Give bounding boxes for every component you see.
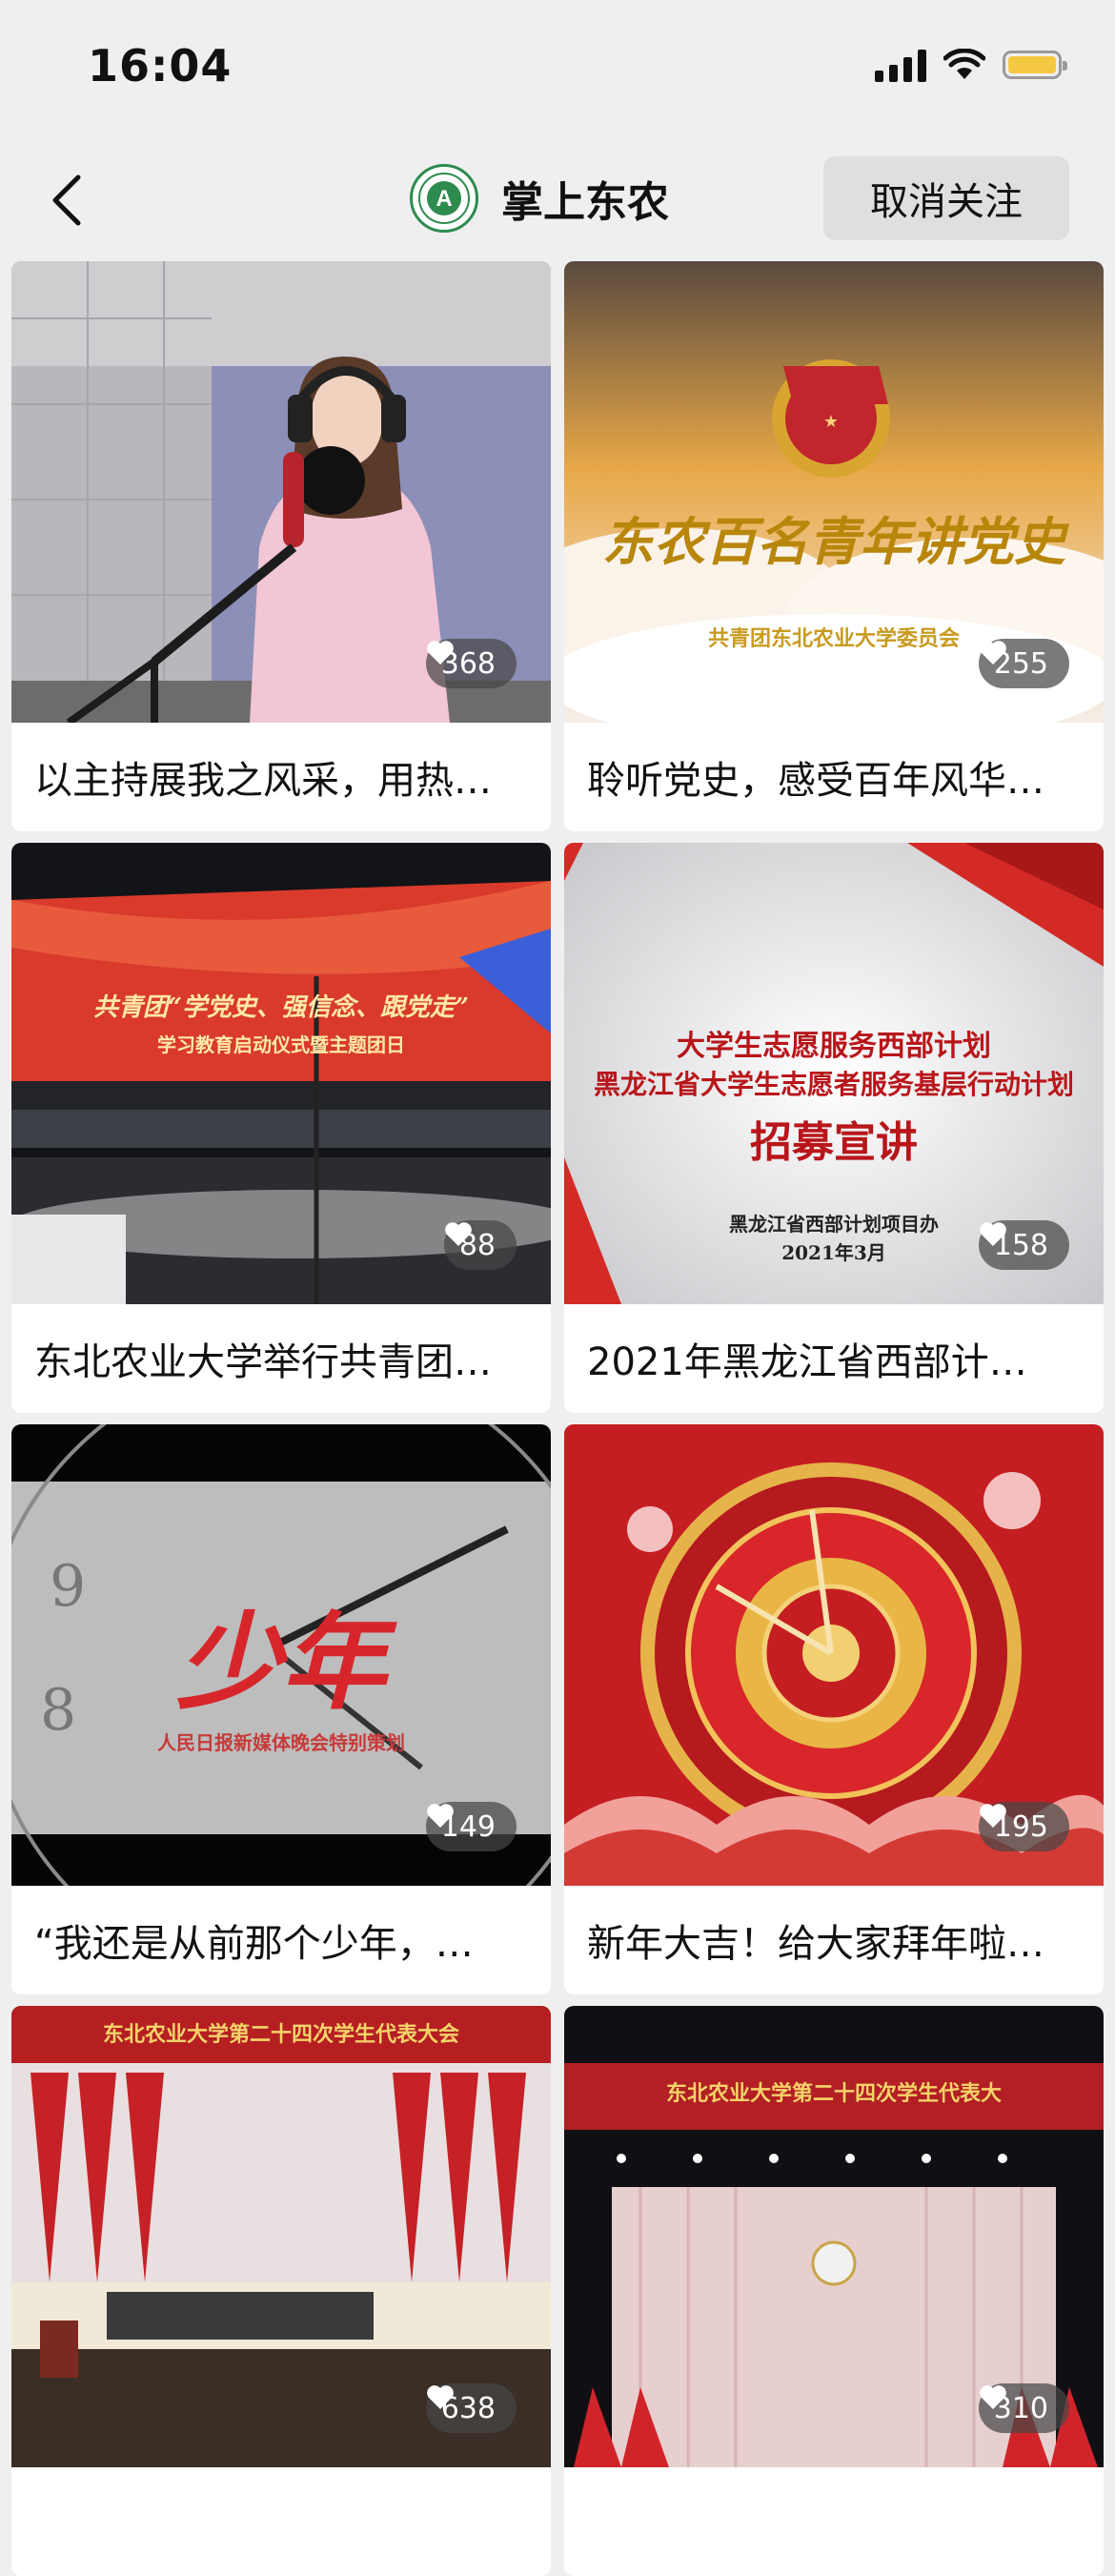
video-title: 新年大吉！给大家拜年啦…	[587, 1922, 1044, 1966]
video-card[interactable]: 368 以主持展我之风采，用热…	[11, 261, 551, 831]
video-title: “我还是从前那个少年，…	[34, 1922, 474, 1966]
thumbnail-line-3: 招募宣讲	[750, 1118, 918, 1167]
nav-bar: A 掌上东农 取消关注	[0, 143, 1115, 257]
video-card[interactable]: 大学生志愿服务西部计划 黑龙江省大学生志愿者服务基层行动计划 招募宣讲 黑龙江省…	[564, 843, 1104, 1413]
video-thumbnail: 9 8 少年 人民日报新媒体晚会特别策划 149	[11, 1424, 551, 1886]
thumbnail-banner-text: 东北农业大学第二十四次学生代表大会	[102, 2022, 459, 2047]
unfollow-button[interactable]: 取消关注	[823, 156, 1069, 240]
video-card[interactable]: 共青团“学党史、强信念、跟党走” 学习教育启动仪式暨主题团日 88 东北农业大学…	[11, 843, 551, 1413]
status-icons	[875, 48, 1067, 82]
thumbnail-subtitle-text: 人民日报新媒体晚会特别策划	[157, 1731, 405, 1754]
cellular-signal-icon	[875, 48, 926, 82]
heart-icon	[426, 2385, 454, 2409]
video-title	[11, 2467, 551, 2576]
video-grid: 368 以主持展我之风采，用热… ★ 东农百名青年讲党史 共青团东北农业大学委员…	[11, 261, 1104, 2576]
status-time: 16:04	[88, 40, 233, 92]
video-thumbnail: 东北农业大学第二十四次学生代表大会 638	[11, 2006, 551, 2467]
wifi-icon	[943, 49, 985, 79]
thumbnail-subtitle-text: 学习教育启动仪式暨主题团日	[157, 1033, 405, 1056]
like-count-badge: 149	[425, 1802, 517, 1851]
thumbnail-line-1: 大学生志愿服务西部计划	[677, 1030, 991, 1063]
like-count-badge: 638	[425, 2383, 517, 2433]
thumbnail-banner-text: 东农百名青年讲党史	[602, 511, 1065, 572]
like-count-badge: 255	[978, 639, 1069, 688]
heart-icon	[979, 1804, 1006, 1828]
video-card[interactable]: 195 新年大吉！给大家拜年啦…	[564, 1424, 1104, 1994]
heart-icon	[979, 2385, 1006, 2409]
battery-icon	[1003, 51, 1067, 79]
video-title: 东北农业大学举行共青团…	[34, 1340, 492, 1384]
like-count-badge: 310	[978, 2383, 1069, 2433]
video-title: 以主持展我之风采，用热…	[34, 759, 492, 803]
chevron-left-icon	[52, 174, 81, 226]
account-header: A 掌上东农	[410, 164, 669, 233]
video-card[interactable]: ★ 东农百名青年讲党史 共青团东北农业大学委员会 255 聆听党史，感受百年风华…	[564, 261, 1104, 831]
heart-icon	[445, 1222, 472, 1246]
thumbnail-banner-text: 东北农业大学第二十四次学生代表大	[665, 2081, 1002, 2106]
video-thumbnail: ★ 东农百名青年讲党史 共青团东北农业大学委员会 255	[564, 261, 1104, 723]
video-thumbnail: 共青团“学党史、强信念、跟党走” 学习教育启动仪式暨主题团日 88	[11, 843, 551, 1304]
heart-icon	[979, 1222, 1006, 1246]
like-count-badge: 368	[425, 639, 517, 688]
heart-icon	[426, 641, 454, 664]
video-title	[564, 2467, 1104, 2576]
status-bar: 16:04	[0, 0, 1115, 143]
like-count-badge: 195	[978, 1802, 1069, 1851]
page-title: 掌上东农	[501, 178, 669, 227]
video-card[interactable]: 东北农业大学第二十四次学生代表大会 638	[11, 2006, 551, 2576]
back-button[interactable]	[38, 172, 95, 229]
like-count-badge: 158	[978, 1220, 1069, 1270]
video-thumbnail: 368	[11, 261, 551, 723]
like-count-badge: 88	[443, 1220, 517, 1270]
heart-icon	[979, 641, 1006, 664]
video-thumbnail: 195	[564, 1424, 1104, 1886]
video-thumbnail: 大学生志愿服务西部计划 黑龙江省大学生志愿者服务基层行动计划 招募宣讲 黑龙江省…	[564, 843, 1104, 1304]
heart-icon	[426, 1804, 454, 1828]
logo-letter: A	[436, 186, 452, 212]
video-thumbnail: 东北农业大学第二十四次学生代表大 310	[564, 2006, 1104, 2467]
thumbnail-line-2: 黑龙江省大学生志愿者服务基层行动计划	[593, 1069, 1074, 1100]
account-logo[interactable]: A	[410, 164, 478, 233]
video-card[interactable]: 东北农业大学第二十四次学生代表大 310	[564, 2006, 1104, 2576]
thumbnail-banner-text: 少年	[176, 1601, 386, 1724]
battery-level	[1008, 56, 1056, 73]
svg-text:★: ★	[823, 412, 839, 432]
video-title: 2021年黑龙江省西部计…	[587, 1340, 1027, 1384]
thumbnail-banner-text: 共青团“学党史、强信念、跟党走”	[93, 993, 469, 1022]
video-card[interactable]: 9 8 少年 人民日报新媒体晚会特别策划 149 “我还是从前那个少年，…	[11, 1424, 551, 1994]
video-title: 聆听党史，感受百年风华…	[587, 759, 1044, 803]
